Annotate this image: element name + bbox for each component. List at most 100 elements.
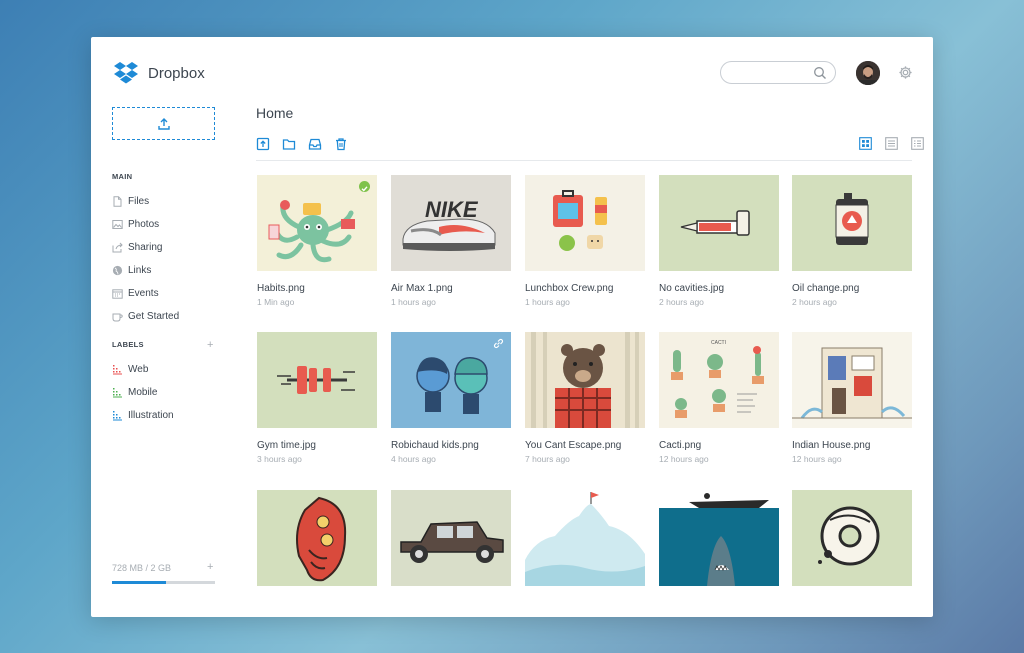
file-time: 1 hours ago	[525, 297, 570, 307]
file-thumbnail[interactable]	[257, 175, 377, 271]
toolbar	[256, 137, 360, 151]
file-name[interactable]: Lunchbox Crew.png	[525, 283, 645, 294]
list-view-icon[interactable]	[885, 137, 898, 150]
file-time: 7 hours ago	[525, 454, 570, 464]
file-tile[interactable]: NIKE Air Max 1.png 1 hours ago	[391, 175, 511, 307]
file-name[interactable]: Air Max 1.png	[391, 283, 511, 294]
file-tile[interactable]: Gym time.jpg 3 hours ago	[257, 332, 377, 464]
file-tile[interactable]	[391, 490, 511, 586]
cup-icon	[112, 313, 123, 321]
file-thumbnail[interactable]	[391, 490, 511, 586]
search-input[interactable]	[731, 65, 811, 80]
file-time: 12 hours ago	[659, 454, 709, 464]
sidebar-item-events[interactable]: Events	[112, 286, 159, 300]
file-thumbnail[interactable]	[792, 490, 912, 586]
file-thumbnail[interactable]	[659, 175, 779, 271]
sidebar-item-sharing[interactable]: Sharing	[112, 240, 162, 254]
labels-heading: LABELS	[112, 340, 144, 349]
label-dots-icon	[113, 364, 122, 374]
file-thumbnail[interactable]	[391, 332, 511, 428]
file-thumbnail[interactable]: CACTI	[659, 332, 779, 428]
inbox-icon[interactable]	[308, 137, 322, 151]
upload-icon	[157, 117, 170, 130]
file-tile[interactable]: Lunchbox Crew.png 1 hours ago	[525, 175, 645, 307]
file-tile[interactable]: No cavities.jpg 2 hours ago	[659, 175, 779, 307]
add-label-button[interactable]: +	[207, 339, 213, 351]
storage-usage-text: 728 MB / 2 GB	[112, 563, 172, 573]
main-heading: MAIN	[112, 172, 133, 181]
share-icon	[112, 242, 123, 252]
gear-icon[interactable]	[898, 65, 913, 80]
file-thumbnail[interactable]	[525, 490, 645, 586]
label-item-illustration[interactable]: Illustration	[112, 408, 174, 422]
file-icon	[113, 195, 122, 207]
file-thumbnail[interactable]	[792, 332, 912, 428]
file-tile[interactable]: Indian House.png 12 hours ago	[792, 332, 912, 464]
file-tile[interactable]: Habits.png 1 Min ago	[257, 175, 377, 307]
storage-progress-fill	[112, 581, 166, 584]
sidebar-item-get-started[interactable]: Get Started	[112, 309, 179, 323]
search-icon[interactable]	[813, 66, 827, 80]
file-time: 2 hours ago	[659, 297, 704, 307]
label-item-web[interactable]: Web	[112, 362, 148, 376]
add-storage-button[interactable]: +	[207, 561, 213, 573]
file-time: 1 hours ago	[391, 297, 436, 307]
file-name[interactable]: Cacti.png	[659, 440, 779, 451]
folder-icon[interactable]	[282, 137, 296, 151]
shared-link-icon	[493, 338, 504, 349]
file-tile[interactable]	[525, 490, 645, 586]
photo-icon	[112, 219, 123, 229]
label-item-mobile[interactable]: Mobile	[112, 385, 157, 399]
file-thumbnail[interactable]	[659, 490, 779, 586]
file-time: 12 hours ago	[792, 454, 842, 464]
file-thumbnail[interactable]	[257, 332, 377, 428]
sidebar-item-links[interactable]: Links	[112, 263, 151, 277]
file-time: 3 hours ago	[257, 454, 302, 464]
file-thumbnail[interactable]	[525, 332, 645, 428]
file-name[interactable]: You Cant Escape.png	[525, 440, 645, 451]
user-avatar[interactable]	[856, 61, 880, 85]
view-switcher	[846, 137, 924, 150]
file-tile[interactable]: Robichaud kids.png 4 hours ago	[391, 332, 511, 464]
file-name[interactable]: Robichaud kids.png	[391, 440, 511, 451]
dropbox-logo-icon	[114, 62, 138, 84]
detail-view-icon[interactable]	[911, 137, 924, 150]
file-time: 2 hours ago	[792, 297, 837, 307]
file-time: 1 Min ago	[257, 297, 295, 307]
file-tile[interactable]	[792, 490, 912, 586]
file-tile[interactable]: CACTI Cacti.png 12 hours ago	[659, 332, 779, 464]
file-thumbnail[interactable]	[792, 175, 912, 271]
upload-button[interactable]	[112, 107, 215, 140]
app-name: Dropbox	[148, 64, 205, 82]
file-name[interactable]: Oil change.png	[792, 283, 912, 294]
toolbar-divider	[256, 160, 912, 161]
file-name[interactable]: Habits.png	[257, 283, 377, 294]
page-title: Home	[256, 105, 294, 121]
brand[interactable]: Dropbox	[113, 61, 205, 85]
svg-text:NIKE: NIKE	[425, 197, 479, 222]
file-name[interactable]: Gym time.jpg	[257, 440, 377, 451]
file-name[interactable]: Indian House.png	[792, 440, 912, 451]
file-thumbnail[interactable]	[257, 490, 377, 586]
file-time: 4 hours ago	[391, 454, 436, 464]
trash-icon[interactable]	[334, 137, 348, 151]
file-name[interactable]: No cavities.jpg	[659, 283, 779, 294]
label-dots-icon	[113, 410, 122, 420]
label-dots-icon	[113, 387, 122, 397]
file-thumbnail[interactable]	[525, 175, 645, 271]
synced-check-icon	[359, 181, 370, 192]
sidebar-item-files[interactable]: Files	[112, 194, 149, 208]
search-box[interactable]	[720, 61, 836, 84]
file-thumbnail[interactable]: NIKE	[391, 175, 511, 271]
svg-text:CACTI: CACTI	[711, 340, 726, 346]
file-tile[interactable]: You Cant Escape.png 7 hours ago	[525, 332, 645, 464]
grid-view-icon[interactable]	[859, 137, 872, 150]
sidebar-item-photos[interactable]: Photos	[112, 217, 159, 231]
file-tile[interactable]	[659, 490, 779, 586]
file-tile[interactable]: Oil change.png 2 hours ago	[792, 175, 912, 307]
globe-icon	[112, 265, 123, 275]
upload-icon[interactable]	[256, 137, 270, 151]
storage-progress-bar	[112, 581, 215, 584]
calendar-icon	[112, 288, 123, 299]
file-tile[interactable]	[257, 490, 377, 586]
